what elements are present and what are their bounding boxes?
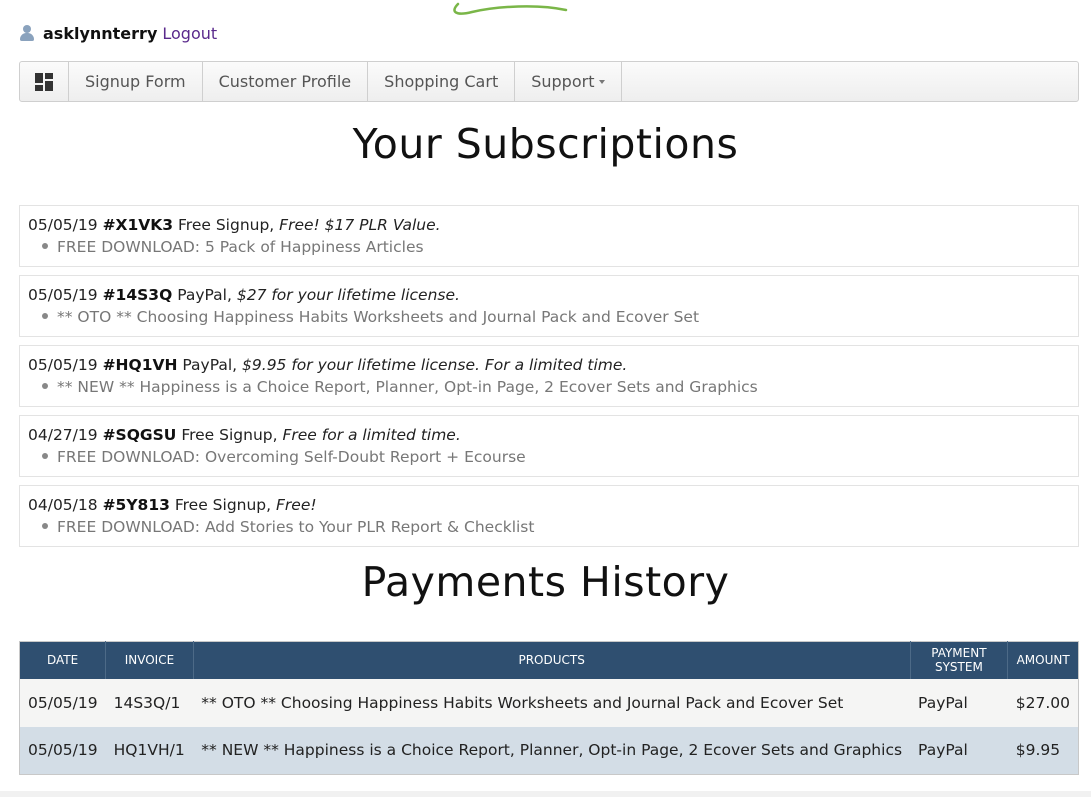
main-navbar: Signup Form Customer Profile Shopping Ca… [19, 61, 1079, 102]
nav-customer-profile[interactable]: Customer Profile [203, 62, 369, 101]
username: asklynnterry [43, 23, 158, 43]
nav-customer-profile-label: Customer Profile [218, 72, 352, 91]
subscription-date: 04/05/18 [28, 496, 98, 514]
subscription-product: ** OTO ** Choosing Happiness Habits Work… [28, 306, 1070, 328]
payments-table: DATE INVOICE PRODUCTS PAYMENT SYSTEM AMO… [19, 641, 1079, 775]
column-header-products: PRODUCTS [193, 641, 911, 679]
subscription-terms: Free! $17 PLR Value. [279, 216, 441, 234]
nav-home-button[interactable] [20, 62, 69, 101]
nav-support-dropdown[interactable]: Support [515, 62, 623, 101]
subscription-code: #HQ1VH [102, 356, 178, 374]
cell-amount: $9.95 [1007, 726, 1079, 775]
subscriptions-list: 05/05/19 #X1VK3 Free Signup, Free! $17 P… [19, 205, 1079, 555]
subscription-code: #SQGSU [102, 426, 177, 444]
cell-invoice: 14S3Q/1 [105, 678, 194, 727]
dashboard-grid-icon [35, 72, 53, 91]
subscription-method: Free Signup, [178, 216, 275, 234]
nav-shopping-cart[interactable]: Shopping Cart [368, 62, 516, 101]
subscription-terms: Free for a limited time. [282, 426, 461, 444]
nav-signup-form-label: Signup Form [85, 72, 186, 91]
subscription-method: PayPal, [177, 286, 232, 304]
table-row: 05/05/19 HQ1VH/1 ** NEW ** Happiness is … [19, 726, 1079, 775]
column-header-amount: AMOUNT [1007, 641, 1079, 679]
footer-strip [0, 791, 1091, 797]
subscription-item: 05/05/19 #14S3Q PayPal, $27 for your lif… [19, 275, 1079, 337]
subscription-item: 04/05/18 #5Y813 Free Signup, Free! FREE … [19, 485, 1079, 547]
subscription-product: ** NEW ** Happiness is a Choice Report, … [28, 376, 1070, 398]
column-header-payment-system: PAYMENT SYSTEM [910, 641, 1009, 679]
subscription-date: 05/05/19 [28, 356, 98, 374]
cell-invoice: HQ1VH/1 [105, 726, 194, 775]
subscription-item: 04/27/19 #SQGSU Free Signup, Free for a … [19, 415, 1079, 477]
subscription-date: 04/27/19 [28, 426, 98, 444]
cell-product: ** NEW ** Happiness is a Choice Report, … [193, 726, 911, 775]
nav-signup-form[interactable]: Signup Form [69, 62, 203, 101]
payments-title: Payments History [361, 558, 730, 606]
column-header-date: DATE [19, 641, 107, 679]
subscription-terms: $9.95 for your lifetime license. For a l… [242, 356, 628, 374]
cell-date: 05/05/19 [19, 678, 106, 727]
column-header-invoice: INVOICE [105, 641, 194, 679]
subscription-product: FREE DOWNLOAD: Overcoming Self-Doubt Rep… [28, 446, 1070, 468]
subscriptions-title: Your Subscriptions [352, 120, 739, 168]
logo-swoosh [453, 2, 568, 15]
subscription-code: #X1VK3 [102, 216, 174, 234]
user-bar: asklynnterry Logout [19, 22, 217, 44]
subscription-method: Free Signup, [174, 496, 272, 514]
user-icon [19, 24, 35, 42]
cell-amount: $27.00 [1007, 678, 1079, 727]
logout-link[interactable]: Logout [162, 24, 217, 43]
subscription-code: #5Y813 [102, 496, 170, 514]
table-row: 05/05/19 14S3Q/1 ** OTO ** Choosing Happ… [19, 678, 1079, 727]
table-header-row: DATE INVOICE PRODUCTS PAYMENT SYSTEM AMO… [19, 641, 1079, 679]
cell-product: ** OTO ** Choosing Happiness Habits Work… [193, 678, 911, 727]
subscription-item: 05/05/19 #HQ1VH PayPal, $9.95 for your l… [19, 345, 1079, 407]
cell-payment-system: PayPal [910, 726, 1008, 775]
cell-payment-system: PayPal [910, 678, 1008, 727]
subscription-item: 05/05/19 #X1VK3 Free Signup, Free! $17 P… [19, 205, 1079, 267]
subscription-code: #14S3Q [102, 286, 173, 304]
nav-shopping-cart-label: Shopping Cart [384, 72, 499, 91]
cell-date: 05/05/19 [19, 726, 106, 775]
subscription-terms: Free! [276, 496, 317, 514]
subscription-date: 05/05/19 [28, 286, 98, 304]
caret-down-icon [599, 79, 606, 84]
subscription-product: FREE DOWNLOAD: 5 Pack of Happiness Artic… [28, 236, 1070, 258]
subscription-product: FREE DOWNLOAD: Add Stories to Your PLR R… [28, 516, 1070, 538]
subscription-method: Free Signup, [181, 426, 278, 444]
subscription-date: 05/05/19 [28, 216, 98, 234]
subscription-terms: $27 for your lifetime license. [236, 286, 460, 304]
subscription-method: PayPal, [182, 356, 238, 374]
nav-support-label: Support [531, 72, 595, 91]
